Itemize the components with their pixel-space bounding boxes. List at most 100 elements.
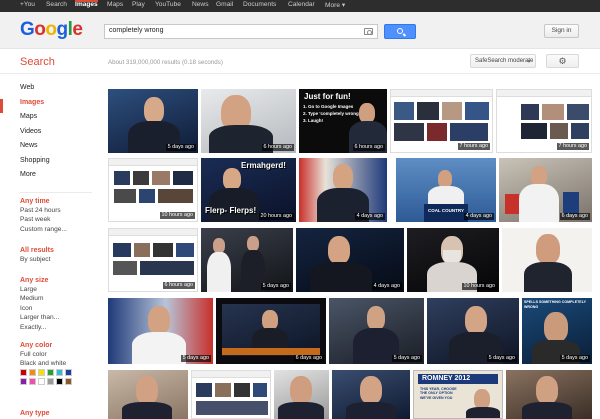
age-badge: 5 days ago — [180, 355, 211, 362]
filter-any-time-heading[interactable]: Any time — [20, 198, 67, 205]
image-result[interactable]: 10 hours ago — [407, 228, 499, 292]
image-result[interactable]: 7 hours ago — [390, 89, 493, 153]
nav-item-shopping[interactable]: Shopping — [0, 157, 100, 172]
color-swatch[interactable] — [65, 369, 72, 376]
age-badge: 5 days ago — [165, 144, 196, 151]
image-result[interactable] — [502, 228, 592, 292]
topbar-item-youtube[interactable]: YouTube — [155, 1, 181, 8]
color-swatch[interactable] — [20, 378, 27, 385]
image-result[interactable]: 4 days ago — [299, 158, 387, 222]
poster-caption: THIS YEAR, CHOOSE THE ONLY OPTION WE'VE … — [420, 387, 457, 400]
search-button[interactable] — [384, 24, 416, 39]
filter-custom-range[interactable]: Custom range... — [20, 225, 67, 234]
topbar-item-calendar[interactable]: Calendar — [288, 1, 315, 8]
image-result[interactable]: 5 days ago — [108, 298, 213, 364]
camera-icon[interactable] — [364, 28, 373, 35]
color-swatch[interactable] — [38, 378, 45, 385]
image-result[interactable]: 5 days ago — [108, 89, 198, 153]
image-result[interactable]: Ermahgerd! Flerp- Flerps! 20 hours ago — [201, 158, 296, 222]
image-result[interactable]: ROMNEY 2012 THIS YEAR, CHOOSE THE ONLY O… — [413, 370, 503, 419]
color-swatch[interactable] — [20, 369, 27, 376]
nav-item-news[interactable]: News — [0, 142, 100, 157]
image-result[interactable]: 6 hours ago — [201, 89, 296, 153]
image-result[interactable]: 10 hours ago — [108, 158, 198, 222]
age-badge: 7 hours ago — [457, 143, 490, 150]
age-badge: 7 hours ago — [556, 143, 589, 150]
topbar-item-search[interactable]: Search — [46, 1, 67, 8]
mini-thumb — [196, 401, 268, 415]
age-badge: 4 days ago — [371, 283, 402, 290]
filter-larger-than[interactable]: Larger than... — [20, 313, 59, 322]
age-badge: 6 hours ago — [352, 144, 385, 151]
face-shape — [213, 238, 225, 253]
search-input[interactable]: completely wrong — [104, 24, 378, 39]
image-result[interactable]: 6 days ago — [499, 158, 592, 222]
nav-item-more[interactable]: More — [0, 171, 100, 186]
image-result[interactable] — [274, 370, 329, 419]
age-badge: 20 hours ago — [258, 213, 294, 220]
color-swatch[interactable] — [29, 378, 36, 385]
filter-past-24-hours[interactable]: Past 24 hours — [20, 206, 67, 215]
filter-black-and-white[interactable]: Black and white — [20, 359, 66, 368]
filter-any-color-heading[interactable]: Any color — [20, 342, 66, 349]
image-result[interactable]: 4 days ago — [296, 228, 404, 292]
sign-in-button[interactable]: Sign in — [544, 24, 579, 38]
nav-item-images[interactable]: Images — [0, 98, 100, 113]
color-swatch[interactable] — [38, 369, 45, 376]
ticker-bar — [222, 348, 320, 355]
mini-thumb — [114, 189, 136, 203]
image-result[interactable] — [191, 370, 271, 419]
filter-medium[interactable]: Medium — [20, 294, 59, 303]
topbar-item-play[interactable]: Play — [132, 1, 145, 8]
image-result[interactable]: 5 days ago — [427, 298, 519, 364]
image-result[interactable]: Just for fun! 1. Go to Google Images 2. … — [299, 89, 387, 153]
filter-full-color[interactable]: Full color — [20, 350, 66, 359]
image-result[interactable]: 7 hours ago — [496, 89, 592, 153]
age-badge: 6 hours ago — [261, 144, 294, 151]
color-swatch[interactable] — [47, 378, 54, 385]
color-swatch[interactable] — [47, 369, 54, 376]
topbar-item-gmail[interactable]: Gmail — [216, 1, 233, 8]
mini-thumb — [571, 123, 589, 139]
age-badge: 10 hours ago — [159, 212, 195, 219]
face-shape — [148, 306, 170, 334]
image-result[interactable]: COAL COUNTRY 4 days ago — [396, 158, 496, 222]
color-swatch[interactable] — [56, 369, 63, 376]
topbar-item-news[interactable]: News — [192, 1, 209, 8]
color-swatch[interactable] — [56, 378, 63, 385]
image-result[interactable]: 6 days ago — [216, 298, 326, 364]
mini-thumb — [153, 243, 173, 257]
filter-all-results-heading[interactable]: All results — [20, 247, 54, 254]
filter-exactly[interactable]: Exactly... — [20, 323, 59, 332]
image-result[interactable] — [506, 370, 592, 419]
filter-by-subject[interactable]: By subject — [20, 255, 54, 264]
nav-item-web[interactable]: Web — [0, 84, 100, 99]
nav-item-videos[interactable]: Videos — [0, 128, 100, 143]
topbar-item-maps[interactable]: Maps — [107, 1, 123, 8]
image-result[interactable] — [108, 370, 188, 419]
image-result[interactable]: 5 days ago — [201, 228, 293, 292]
image-result[interactable]: 5 days ago — [329, 298, 424, 364]
image-result[interactable] — [332, 370, 410, 419]
google-logo[interactable]: Google — [20, 19, 83, 41]
filter-any-type-heading[interactable]: Any type — [20, 410, 50, 417]
topbar-item-images[interactable]: Images — [75, 0, 98, 8]
safesearch-dropdown[interactable]: SafeSearch moderate — [470, 54, 536, 68]
color-swatch[interactable] — [65, 378, 72, 385]
filter-past-week[interactable]: Past week — [20, 215, 67, 224]
filter-icon[interactable]: Icon — [20, 304, 59, 313]
meme-caption: SPELLS SOMETHING COMPLETELY WRONG — [524, 300, 586, 309]
mini-thumb — [113, 243, 131, 257]
image-result[interactable]: SPELLS SOMETHING COMPLETELY WRONG 5 days… — [522, 298, 592, 364]
nav-item-maps[interactable]: Maps — [0, 113, 100, 128]
safesearch-label: SafeSearch moderate — [475, 58, 534, 64]
topbar-item-plus-you[interactable]: +You — [20, 1, 35, 8]
image-result[interactable]: 6 hours ago — [108, 228, 198, 292]
filter-large[interactable]: Large — [20, 285, 59, 294]
filter-any-size-heading[interactable]: Any size — [20, 277, 59, 284]
topbar-item-more[interactable]: More ▾ — [325, 1, 345, 9]
suit-shape — [278, 402, 324, 419]
color-swatch[interactable] — [29, 369, 36, 376]
settings-button[interactable]: ⚙ — [546, 54, 579, 68]
topbar-item-documents[interactable]: Documents — [243, 1, 276, 8]
